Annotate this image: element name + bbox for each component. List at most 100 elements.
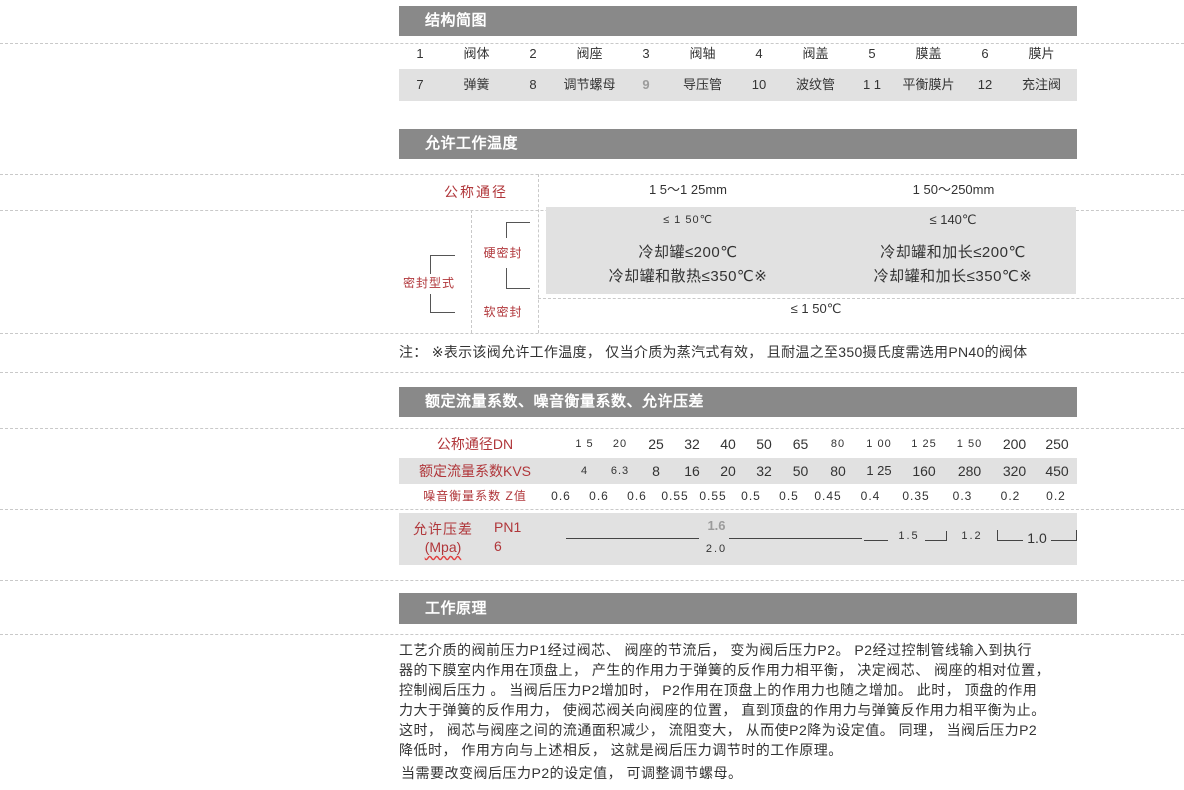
kvs-value: 320 [1002, 463, 1027, 479]
part-name: 充注阀 [1021, 77, 1061, 92]
kvs-value: 280 [957, 463, 982, 479]
dn-value: 65 [792, 436, 809, 452]
dn-value: 1 50 [956, 438, 983, 450]
z-value: 0.5 [779, 489, 799, 503]
range-line [864, 540, 888, 541]
dn-value: 80 [830, 438, 846, 450]
seal-type-label: 密封型式 [402, 276, 455, 290]
z-value: 0.35 [902, 489, 930, 503]
pressure-differential-row: 允许压差 (Mpa) PN16 1.6 2.0 1.5 1.2 1.0 [399, 513, 1077, 565]
kvs-value: 6.3 [610, 465, 630, 477]
part-name: 阀座 [576, 46, 603, 61]
cooling-tank-temperature: 冷却罐和加长≤200℃ [880, 244, 1026, 261]
dn-value: 1 00 [866, 438, 892, 450]
hard-seal-temperature-box: ≤ 1 50℃ 冷却罐≤200℃ 冷却罐和散热≤350℃※ ≤ 140℃ 冷却罐… [546, 207, 1076, 294]
parts-row: 1 阀体 2 阀座 3 阀轴 4 阀盖 5 膜盖 6 膜片 [399, 42, 1077, 65]
range-bracket [925, 531, 947, 541]
kvs-value: 20 [720, 463, 736, 479]
pressure-value: 1.6 [707, 518, 726, 533]
cooling-tank-temperature: 冷却罐≤200℃ [638, 244, 738, 261]
part-no: 6 [981, 46, 989, 61]
part-name: 弹簧 [463, 77, 490, 92]
z-value: 0.2 [1046, 489, 1066, 503]
divider-line [0, 428, 1184, 429]
principle-paragraph: 工艺介质的阀前压力P1经过阀芯、 阀座的节流后， 变为阀后压力P2。 P2经过控… [399, 640, 1099, 760]
flow-coefficient-values: 4 6.3 8 16 20 32 50 80 1 25 160 280 320 450 [567, 458, 1077, 484]
z-value: 0.5 [741, 489, 761, 503]
part-name: 膜片 [1028, 46, 1055, 61]
bracket-line [506, 222, 530, 238]
base-temperature: ≤ 1 50℃ [663, 214, 713, 226]
kvs-value: 4 [580, 465, 589, 477]
section-title-flow: 额定流量系数、噪音衡量系数、允许压差 [399, 387, 1077, 417]
hard-seal-label: 硬密封 [483, 246, 523, 260]
part-name: 导压管 [682, 77, 722, 92]
part-name: 阀盖 [802, 46, 829, 61]
size-range: 1 50～250mm [912, 182, 995, 197]
nominal-diameter-row: 公称通径DN 1 5 20 25 32 40 50 65 80 1 00 1 25 1 50 200 2… [399, 434, 1077, 454]
part-no: 12 [977, 77, 993, 92]
kvs-value: 450 [1045, 463, 1069, 479]
section-title-structure: 结构简图 [399, 6, 1077, 36]
part-no: 1 1 [862, 77, 882, 92]
pressure-value: 1.5 [898, 530, 920, 542]
z-value: 0.45 [814, 489, 842, 503]
z-value: 0.6 [551, 489, 571, 503]
kvs-value: 16 [684, 463, 700, 479]
parts-row: 7 弹簧 8 调节螺母 9 导压管 10 波纹管 1 1 平衡膜片 12 充注阀 [399, 69, 1077, 101]
kvs-value: 80 [830, 463, 846, 479]
part-no: 7 [416, 77, 424, 92]
kvs-value: 160 [912, 463, 936, 479]
product-spec-page: 结构简图 1 阀体 2 阀座 3 阀轴 4 阀盖 5 膜盖 6 膜片 7 弹簧 8 调节螺母 9 导压管 10 波纹… [0, 0, 1184, 790]
principle-line: 力大于弹簧的反作用力， 使阀芯阀关向阀座的位置， 直到顶盘的作用力与弹簧反作用力… [399, 702, 1046, 718]
part-name: 调节螺母 [563, 77, 616, 92]
kvs-value: 32 [756, 463, 772, 479]
noise-coefficient-row: 噪音衡量系数 Z值 0.6 0.6 0.6 0.55 0.55 0.5 0.5 0.45 0.4… [399, 487, 1077, 505]
part-name: 阀体 [463, 46, 490, 61]
range-line [566, 538, 699, 539]
column-divider [471, 210, 472, 333]
part-name: 阀轴 [689, 46, 716, 61]
temperature-column: ≤ 1 50℃ 冷却罐≤200℃ 冷却罐和散热≤350℃※ [546, 207, 830, 294]
dn-value: 32 [684, 436, 700, 452]
principle-line: 工艺介质的阀前压力P1经过阀芯、 阀座的节流后， 变为阀后压力P2。 P2经过控… [399, 642, 1033, 658]
principle-line: 控制阀后压力 。 当阀后压力P2增加时， P2作用在顶盘上的作用力也随之增加。 … [399, 682, 1038, 698]
part-no: 4 [755, 46, 763, 61]
principle-footer: 当需要改变阀后压力P2的设定值， 可调整调节螺母。 [401, 765, 743, 781]
bracket-line [506, 268, 530, 289]
kvs-value: 50 [792, 463, 809, 479]
principle-line: 这时， 阀芯与阀座之间的流通面积减少， 流阻变大， 从而使P2降为设定值。 同理… [399, 722, 1038, 738]
pressure-value: 1.2 [961, 530, 983, 542]
noise-coefficient-values: 0.6 0.6 0.6 0.55 0.55 0.5 0.5 0.45 0.4 0.35 0.3 0.2… [542, 487, 1077, 505]
divider-line [538, 298, 1184, 299]
z-value: 0.55 [699, 489, 727, 503]
section-title-temperature: 允许工作温度 [399, 129, 1077, 159]
temperature-column: ≤ 140℃ 冷却罐和加长≤200℃ 冷却罐和加长≤350℃※ [830, 207, 1076, 294]
z-value: 0.4 [860, 489, 881, 503]
part-no: 3 [642, 46, 650, 61]
divider-line [0, 509, 1184, 510]
part-no: 10 [751, 77, 767, 92]
z-value: 0.2 [1000, 489, 1021, 503]
part-no: 2 [529, 46, 537, 61]
extended-temperature: 冷却罐和散热≤350℃※ [608, 268, 768, 285]
part-no: 9 [642, 77, 650, 92]
range-line [729, 538, 862, 539]
divider-line [0, 580, 1184, 581]
pressure-class-label: PN16 [494, 519, 522, 554]
flow-coefficient-label: 额定流量系数KVS [418, 463, 531, 479]
extended-temperature: 冷却罐和加长≤350℃※ [873, 268, 1033, 285]
section-title-principle: 工作原理 [399, 593, 1077, 624]
dn-value: 50 [756, 436, 772, 452]
pressure-differential-label: 允许压差 [413, 521, 473, 537]
part-name: 膜盖 [915, 46, 942, 61]
nominal-size-label: 公称通径 [444, 184, 508, 200]
divider-line [0, 372, 1184, 373]
dn-value: 25 [648, 436, 664, 452]
part-name: 波纹管 [795, 77, 835, 92]
principle-line: 器的下膜室内作用在顶盘上， 产生的作用力于弹簧的反作用力相平衡， 决定阀芯、 阀… [399, 662, 1051, 678]
flow-coefficient-row: 额定流量系数KVS 4 6.3 8 16 20 32 50 80 1 25 160 280 320 45… [399, 458, 1077, 484]
z-value: 0.3 [952, 489, 973, 503]
dn-value: 20 [612, 438, 628, 450]
soft-seal-label: 软密封 [483, 305, 523, 319]
